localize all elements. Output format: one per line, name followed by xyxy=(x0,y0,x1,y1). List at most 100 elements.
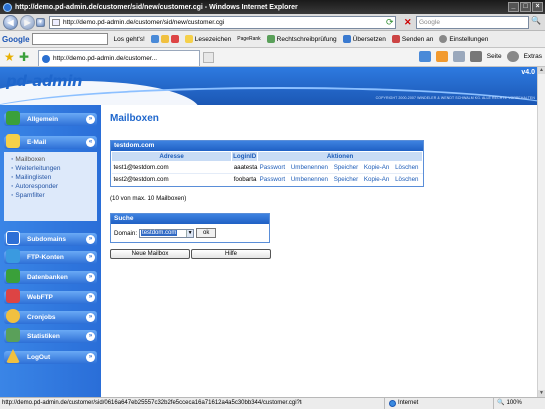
back-button[interactable]: ◀ xyxy=(3,15,18,30)
logout-icon xyxy=(6,349,20,363)
translate-button[interactable]: Übersetzen xyxy=(342,35,386,43)
news-icon[interactable] xyxy=(150,35,159,43)
sidebar-item-allgemein[interactable]: Allgemein» xyxy=(4,111,97,126)
storage-link[interactable]: Speicher xyxy=(334,164,358,171)
new-mailbox-button[interactable]: Neue Mailbox xyxy=(110,249,190,259)
google-logo: Google xyxy=(2,34,30,44)
zoom-magnifier-icon: 🔍 xyxy=(497,400,505,406)
favorites-star-icon[interactable]: ★ xyxy=(4,50,15,64)
address-cell: test1@testdom.com xyxy=(111,161,232,174)
column-header[interactable]: LoginID xyxy=(231,151,259,162)
status-url: http://demo.pd-admin.de/customer/sid/061… xyxy=(2,400,302,406)
zoom-control[interactable]: 🔍 100% xyxy=(493,398,522,409)
password-link[interactable]: Passwort xyxy=(260,164,285,171)
address-input[interactable]: http://demo.pd-admin.de/customer/sid/new… xyxy=(49,16,396,29)
statistics-icon xyxy=(6,328,20,342)
sidebar-item-cronjobs[interactable]: Cronjobs» xyxy=(4,309,97,324)
sidebar-item-email[interactable]: E-Mail « xyxy=(4,134,97,149)
security-zone[interactable]: Internet xyxy=(384,398,418,409)
sidebar-item-webftp[interactable]: WebFTP» xyxy=(4,289,97,304)
address-cell: test2@testdom.com xyxy=(111,173,232,186)
mail-icon[interactable] xyxy=(452,51,465,62)
submenu-spamfilter[interactable]: Spamfilter xyxy=(11,192,44,199)
popup-icon[interactable] xyxy=(170,35,179,43)
copy-to-link[interactable]: Kopie-An xyxy=(364,164,389,171)
domain-select-value: testdom.com xyxy=(141,229,178,236)
search-input[interactable]: Google xyxy=(416,16,529,29)
chevron-down-icon: » xyxy=(86,293,95,302)
sidebar-item-ftp-konten[interactable]: FTP-Konten» xyxy=(4,249,97,264)
window-titlebar: http://demo.pd-admin.de/customer/sid/new… xyxy=(0,0,545,14)
panel-title: testdom.com xyxy=(111,141,423,151)
ok-button[interactable]: ok xyxy=(196,228,217,238)
chevron-down-icon[interactable]: ▼ xyxy=(186,229,194,237)
database-icon xyxy=(6,269,20,283)
subdomain-icon xyxy=(6,231,20,245)
submenu-mailinglisten[interactable]: Mailinglisten xyxy=(11,174,51,181)
blocker-icon[interactable] xyxy=(160,35,169,43)
tools-gear-icon[interactable] xyxy=(506,51,519,62)
refresh-icon[interactable]: ⟳ xyxy=(386,17,396,27)
toolbar-icons[interactable] xyxy=(150,35,179,43)
sidebar-item-datenbanken[interactable]: Datenbanken» xyxy=(4,269,97,284)
submenu-autoresponder[interactable]: Autoresponder xyxy=(11,183,58,190)
add-favorites-icon[interactable]: ✚ xyxy=(19,50,29,64)
google-go-button[interactable]: Los geht's! xyxy=(114,36,145,43)
search-icon[interactable]: 🔍 xyxy=(531,16,543,29)
stop-icon[interactable]: ✕ xyxy=(404,17,414,27)
copy-to-link[interactable]: Kopie-An xyxy=(364,176,389,183)
scroll-down-icon[interactable]: ▼ xyxy=(538,390,545,397)
maximize-button[interactable]: □ xyxy=(520,2,531,12)
close-window-button[interactable]: × xyxy=(532,2,543,12)
bookmarks-button[interactable]: Lesezeichen xyxy=(184,35,231,43)
settings-button[interactable]: Einstellungen xyxy=(439,35,488,43)
actions-cell: Passwort Umbenennen Speicher Kopie-An Lö… xyxy=(257,173,423,186)
chevron-down-icon: » xyxy=(86,332,95,341)
forward-button[interactable]: ▶ xyxy=(20,15,35,30)
search-panel: Suche Domain: testdom.com ▼ ok xyxy=(110,213,270,243)
pagerank-button[interactable]: PageRank xyxy=(237,36,260,42)
send-to-button[interactable]: Senden an xyxy=(391,35,433,43)
vertical-scrollbar[interactable]: ▲ ▼ xyxy=(537,67,545,397)
globe-icon xyxy=(389,400,396,407)
storage-link[interactable]: Speicher xyxy=(334,176,358,183)
page-title: Mailboxen xyxy=(110,113,159,124)
browser-tab[interactable]: http://demo.pd-admin.de/customer... xyxy=(38,50,200,66)
submenu-mailboxen[interactable]: Mailboxen xyxy=(11,156,45,163)
minimize-button[interactable]: _ xyxy=(508,2,519,12)
extras-menu[interactable]: Extras xyxy=(524,53,542,60)
domain-select[interactable]: testdom.com ▼ xyxy=(139,228,195,238)
rename-link[interactable]: Umbenennen xyxy=(291,164,328,171)
page-menu[interactable]: Seite xyxy=(487,53,502,60)
chevron-down-icon: » xyxy=(86,115,95,124)
chevron-down-icon: » xyxy=(86,235,95,244)
new-tab-button[interactable] xyxy=(203,52,214,63)
search-panel-title: Suche xyxy=(111,214,269,224)
history-dropdown-icon[interactable]: ▾ xyxy=(36,18,45,27)
scroll-up-icon[interactable]: ▲ xyxy=(538,67,545,74)
rename-link[interactable]: Umbenennen xyxy=(291,176,328,183)
sidebar-item-subdomains[interactable]: Subdomains» xyxy=(4,231,97,246)
delete-link[interactable]: Löschen xyxy=(395,176,418,183)
column-header[interactable]: Adresse xyxy=(110,151,233,162)
help-button[interactable]: Hilfe xyxy=(191,249,271,259)
version-label: v4.0 xyxy=(521,69,535,76)
copyright-text: COPYRIGHT 2000-2007 WINDELER & WENDT SCH… xyxy=(375,96,535,100)
envelope-icon xyxy=(6,134,20,148)
home-icon[interactable] xyxy=(418,51,431,62)
print-icon[interactable] xyxy=(469,51,482,62)
submenu-weiterleitungen[interactable]: Weiterleitungen xyxy=(11,165,60,172)
google-search-input[interactable] xyxy=(31,33,108,45)
delete-link[interactable]: Löschen xyxy=(395,164,418,171)
mailbox-table: Adresse LoginID Aktionen test1@testdom.c… xyxy=(110,151,423,186)
tab-page-icon xyxy=(42,55,50,63)
login-cell: foobarta xyxy=(231,173,258,186)
sidebar-item-logout[interactable]: LogOut» xyxy=(4,349,97,364)
send-icon xyxy=(391,35,400,43)
sidebar-item-statistiken[interactable]: Statistiken» xyxy=(4,328,97,343)
webftp-icon xyxy=(6,289,20,303)
rss-feed-icon[interactable] xyxy=(435,51,448,62)
tools-icon xyxy=(6,111,20,125)
password-link[interactable]: Passwort xyxy=(260,176,285,183)
spellcheck-button[interactable]: Rechtschreibprüfung xyxy=(266,35,337,43)
